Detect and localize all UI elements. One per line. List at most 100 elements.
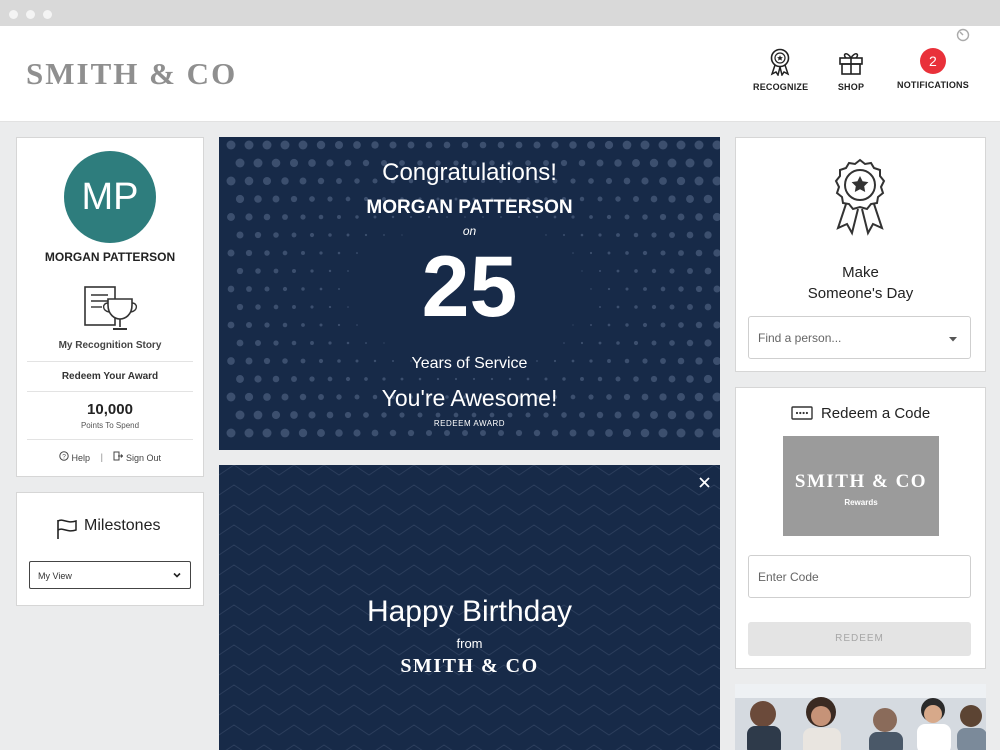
code-card-icon bbox=[791, 406, 813, 420]
pattern-dot bbox=[633, 340, 639, 346]
caret-down-icon bbox=[949, 337, 957, 342]
pattern-dot bbox=[407, 429, 415, 437]
pattern-dot bbox=[704, 339, 712, 347]
pattern-dot bbox=[271, 410, 281, 420]
pattern-dot bbox=[309, 376, 315, 382]
signout-label: Sign Out bbox=[125, 452, 161, 463]
site-header: SMITH & CO RECOGNIZE SHOP 2 NOTIFICATION… bbox=[0, 26, 1000, 122]
code-input[interactable]: Enter Code bbox=[748, 555, 971, 598]
gift-card-subtitle: Rewards bbox=[844, 498, 878, 507]
anniversary-banner[interactable]: Congratulations! MORGAN PATTERSON on 25 … bbox=[219, 137, 720, 450]
pattern-dot bbox=[694, 140, 704, 150]
pattern-dot bbox=[615, 376, 621, 382]
pattern-dot bbox=[381, 412, 387, 418]
points-label: Points To Spend bbox=[80, 421, 140, 430]
anniversary-on: on bbox=[462, 224, 477, 238]
pattern-dot bbox=[562, 377, 566, 381]
pattern-dot bbox=[508, 377, 512, 381]
pattern-dot bbox=[328, 341, 332, 345]
close-icon[interactable] bbox=[698, 476, 711, 489]
profile-card: MP MORGAN PATTERSON My Recognition Story… bbox=[16, 137, 204, 477]
award-ribbon-icon bbox=[770, 48, 790, 76]
redeem-award-button[interactable]: REDEEM AWARD bbox=[219, 419, 720, 428]
find-person-select[interactable]: Find a person... bbox=[748, 316, 971, 359]
pattern-dot bbox=[310, 341, 314, 345]
pattern-dot bbox=[712, 140, 720, 150]
signout-link[interactable]: Sign Out bbox=[113, 451, 161, 463]
pattern-dot bbox=[526, 377, 530, 381]
redeem-code-title: Redeem a Code bbox=[820, 404, 931, 422]
pattern-chevron-line bbox=[219, 564, 720, 576]
pattern-chevron-line bbox=[219, 584, 720, 596]
window-maximize-dot[interactable] bbox=[43, 10, 52, 19]
pattern-dot bbox=[363, 412, 369, 418]
pattern-dot bbox=[563, 342, 565, 344]
birthday-banner: Happy Birthday from SMITH & CO bbox=[219, 465, 720, 750]
pattern-chevron-line bbox=[219, 504, 720, 516]
pattern-chevron-line bbox=[219, 524, 720, 536]
pattern-dot bbox=[686, 375, 694, 383]
pattern-dot bbox=[400, 377, 404, 381]
pattern-dot bbox=[525, 412, 531, 418]
pattern-dot bbox=[479, 141, 487, 149]
recognition-story-icon[interactable] bbox=[82, 285, 138, 337]
gift-card-image: SMITH & CO Rewards bbox=[783, 436, 939, 536]
nav-notifications-label: NOTIFICATIONS bbox=[897, 80, 969, 90]
pattern-dot bbox=[632, 411, 640, 419]
help-link[interactable]: ? Help bbox=[59, 451, 90, 463]
find-person-placeholder: Find a person... bbox=[758, 331, 842, 345]
pattern-chevron-line bbox=[225, 744, 720, 750]
pattern-chevron-line bbox=[219, 684, 720, 696]
pattern-dot bbox=[533, 429, 541, 437]
pattern-dot bbox=[515, 429, 523, 437]
pattern-dot bbox=[454, 377, 458, 381]
pattern-dot bbox=[389, 429, 397, 437]
pattern-dot bbox=[389, 141, 397, 149]
milestones-title: Milestones bbox=[84, 517, 161, 534]
window-close-dot[interactable] bbox=[9, 10, 18, 19]
svg-text:?: ? bbox=[62, 453, 66, 460]
redeem-button[interactable]: REDEEM bbox=[748, 622, 971, 656]
nav-shop[interactable]: SHOP bbox=[833, 48, 869, 92]
window-minimize-dot[interactable] bbox=[26, 10, 35, 19]
award-ribbon-icon bbox=[834, 158, 886, 236]
office-team-photo bbox=[735, 684, 986, 750]
redeem-award-link[interactable]: Redeem Your Award bbox=[17, 371, 203, 382]
pattern-chevron-line bbox=[219, 724, 720, 736]
help-icon: ? bbox=[59, 451, 69, 461]
help-label: Help bbox=[71, 452, 91, 463]
pattern-dot bbox=[244, 428, 254, 438]
nav-notifications[interactable]: 2 NOTIFICATIONS bbox=[895, 48, 971, 90]
pattern-dot bbox=[604, 140, 614, 150]
pattern-dot bbox=[497, 429, 505, 437]
pattern-dot bbox=[371, 141, 379, 149]
birthday-from: from bbox=[456, 636, 483, 651]
recognition-story-link[interactable]: My Recognition Story bbox=[17, 340, 203, 351]
chevron-down-icon bbox=[173, 572, 181, 578]
pattern-dot bbox=[298, 428, 308, 438]
avatar[interactable]: MP bbox=[64, 151, 156, 243]
pattern-dot bbox=[597, 376, 603, 382]
sign-out-icon bbox=[113, 451, 124, 461]
pattern-dot bbox=[605, 429, 613, 437]
redeem-code-card: Redeem a Code SMITH & CO Rewards Enter C… bbox=[735, 387, 986, 669]
team-photo-illustration bbox=[735, 684, 986, 750]
nav-recognize[interactable]: RECOGNIZE bbox=[753, 48, 808, 92]
clock-icon[interactable] bbox=[956, 28, 970, 42]
congrats-heading: Congratulations! bbox=[382, 159, 557, 186]
pattern-dot bbox=[317, 429, 325, 437]
pattern-dot bbox=[417, 412, 423, 418]
pattern-dot bbox=[407, 141, 415, 149]
profile-name: MORGAN PATTERSON bbox=[44, 250, 176, 264]
milestones-card: Milestones My View bbox=[16, 492, 204, 606]
pattern-dot bbox=[616, 341, 620, 345]
company-logo[interactable]: SMITH & CO bbox=[26, 56, 237, 92]
pattern-chevron-line bbox=[219, 704, 720, 716]
pattern-dot bbox=[291, 376, 297, 382]
pattern-dot bbox=[244, 140, 254, 150]
milestones-view-select[interactable]: My View bbox=[29, 561, 191, 589]
pattern-dot bbox=[435, 412, 441, 418]
nav-shop-label: SHOP bbox=[837, 82, 865, 92]
pattern-dot bbox=[344, 411, 352, 419]
pattern-dot bbox=[614, 411, 622, 419]
